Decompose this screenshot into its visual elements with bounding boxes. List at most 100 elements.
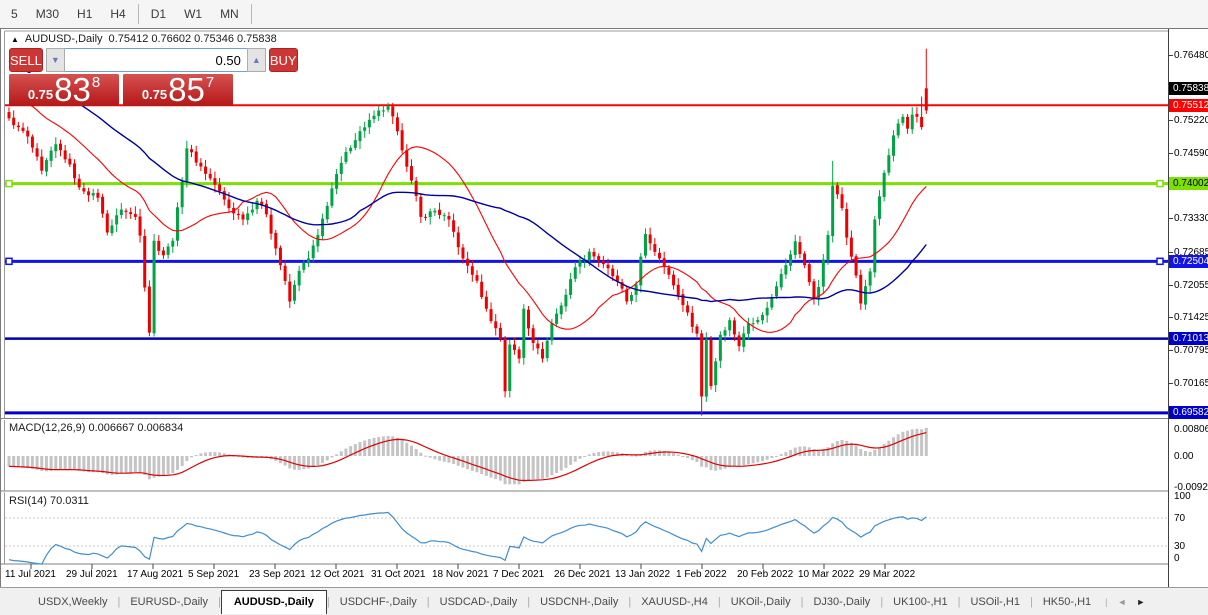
- line-handle-marker[interactable]: [6, 181, 12, 187]
- candle-body: [209, 174, 212, 178]
- tab-uk100-h1[interactable]: UK100-,H1: [883, 592, 957, 612]
- timeframe-button-5[interactable]: 5: [2, 3, 27, 25]
- macd-histogram-bar: [672, 453, 675, 456]
- candle-body: [911, 115, 914, 130]
- candle-body: [803, 254, 806, 266]
- timeframe-button-h1[interactable]: H1: [68, 3, 101, 25]
- macd-axis-label: 0.008061: [1174, 424, 1208, 435]
- collapse-triangle-icon[interactable]: ▲: [11, 35, 19, 44]
- candle-body: [518, 349, 521, 358]
- candle-body: [354, 140, 357, 148]
- line-handle-marker[interactable]: [1157, 258, 1163, 264]
- moving-average-20[interactable]: [9, 91, 926, 332]
- rsi-indicator: [5, 512, 1168, 564]
- one-click-trading-panel: SELL ▼ ▲ BUY 0.75 83 8 0.75 85 7: [9, 48, 233, 106]
- date-tick-label: 12 Oct 2021: [310, 569, 364, 580]
- macd-indicator: [8, 428, 928, 485]
- price-axis[interactable]: 0.764800.752200.745900.733300.726850.720…: [1168, 29, 1208, 588]
- lot-decrease-icon[interactable]: ▼: [46, 48, 65, 72]
- macd-histogram-bar: [593, 453, 596, 456]
- macd-histogram-bar: [387, 436, 390, 456]
- macd-axis-label: 0.00: [1174, 451, 1193, 462]
- macd-histogram-bar: [536, 456, 539, 479]
- chart-header: ▲ AUDUSD-,Daily 0.75412 0.76602 0.75346 …: [11, 33, 277, 45]
- macd-histogram-bar: [887, 441, 890, 456]
- macd-histogram-bar: [190, 456, 193, 457]
- macd-histogram-bar: [747, 456, 750, 464]
- candle-body: [667, 268, 670, 275]
- candle-body: [17, 126, 20, 128]
- candle-body: [869, 271, 872, 285]
- sell-price-display[interactable]: 0.75 83 8: [9, 73, 119, 106]
- macd-histogram-bar: [836, 441, 839, 456]
- candle-body: [574, 267, 577, 279]
- rsi-axis-label: 70: [1174, 513, 1185, 524]
- toolbar-separator: [251, 4, 252, 24]
- candle-body: [115, 215, 118, 224]
- timeframe-button-d1[interactable]: D1: [142, 3, 175, 25]
- lot-size-input[interactable]: [65, 48, 247, 72]
- candle-body: [841, 194, 844, 208]
- macd-histogram-bar: [789, 450, 792, 456]
- timeframe-button-w1[interactable]: W1: [175, 3, 211, 25]
- candle-body: [237, 214, 240, 215]
- candle-body: [330, 188, 333, 205]
- candle-body: [681, 294, 684, 305]
- tab-usdcnh-daily[interactable]: USDCNH-,Daily: [530, 592, 628, 612]
- macd-histogram-bar: [602, 452, 605, 456]
- tab-usoil-h1[interactable]: USOil-,H1: [960, 592, 1030, 612]
- macd-histogram-bar: [382, 436, 385, 456]
- horizontal-level-lines[interactable]: [5, 105, 1168, 413]
- macd-histogram-bar: [148, 456, 151, 479]
- line-handle-marker[interactable]: [6, 258, 12, 264]
- macd-histogram-bar: [59, 456, 62, 470]
- tab-eurusd-daily[interactable]: EURUSD-,Daily: [120, 592, 218, 612]
- sell-button[interactable]: SELL: [9, 48, 43, 72]
- tab-scroll-right-icon[interactable]: ►: [1136, 597, 1145, 607]
- candle-body: [789, 254, 792, 265]
- tab-usdchf-daily[interactable]: USDCHF-,Daily: [330, 592, 427, 612]
- candle-body: [251, 210, 254, 213]
- lot-increase-icon[interactable]: ▲: [247, 48, 266, 72]
- toolbar-separator: [138, 4, 139, 24]
- tab-xauusd-h4[interactable]: XAUUSD-,H4: [631, 592, 718, 612]
- macd-label: MACD(12,26,9) 0.006667 0.006834: [9, 422, 183, 434]
- macd-histogram-bar: [120, 456, 123, 474]
- macd-histogram-bar: [532, 456, 535, 480]
- chart-canvas[interactable]: [1, 29, 1168, 588]
- macd-histogram-bar: [209, 452, 212, 456]
- candle-body: [859, 275, 862, 304]
- candle-body: [424, 217, 427, 218]
- tab-usdcad-daily[interactable]: USDCAD-,Daily: [430, 592, 528, 612]
- tab-hk50-h1[interactable]: HK50-,H1: [1033, 592, 1101, 612]
- candle-body: [190, 149, 193, 152]
- timeframe-button-mn[interactable]: MN: [211, 3, 248, 25]
- macd-histogram-bar: [578, 456, 581, 459]
- tab-scroll-left-icon[interactable]: ◄: [1117, 597, 1126, 607]
- timeframe-button-m30[interactable]: M30: [27, 3, 68, 25]
- macd-histogram-bar: [17, 456, 20, 467]
- candle-body: [73, 163, 76, 178]
- candle-body: [157, 241, 160, 251]
- macd-histogram-bar: [181, 456, 184, 466]
- candle-body: [59, 144, 62, 151]
- tab-dj30-daily[interactable]: DJ30-,Daily: [803, 592, 880, 612]
- candle-body: [597, 256, 600, 261]
- candle-body: [40, 157, 43, 171]
- tab-ukoil-daily[interactable]: UKOil-,Daily: [721, 592, 801, 612]
- timeframe-button-h4[interactable]: H4: [101, 3, 134, 25]
- candle-body: [695, 326, 698, 333]
- buy-price-display[interactable]: 0.75 85 7: [123, 73, 233, 106]
- candle-body: [550, 323, 553, 340]
- buy-button[interactable]: BUY: [269, 48, 298, 72]
- candle-body: [747, 323, 750, 334]
- candle-body: [780, 274, 783, 287]
- price-tick-label: 0.72055: [1174, 280, 1208, 291]
- tab-usdx-weekly[interactable]: USDX,Weekly: [28, 592, 117, 612]
- macd-histogram-bar: [410, 446, 413, 456]
- candle-body: [82, 188, 85, 191]
- macd-histogram-bar: [424, 456, 427, 457]
- tab-audusd-daily[interactable]: AUDUSD-,Daily: [221, 590, 327, 614]
- candle-body: [714, 361, 717, 385]
- line-handle-marker[interactable]: [1157, 181, 1163, 187]
